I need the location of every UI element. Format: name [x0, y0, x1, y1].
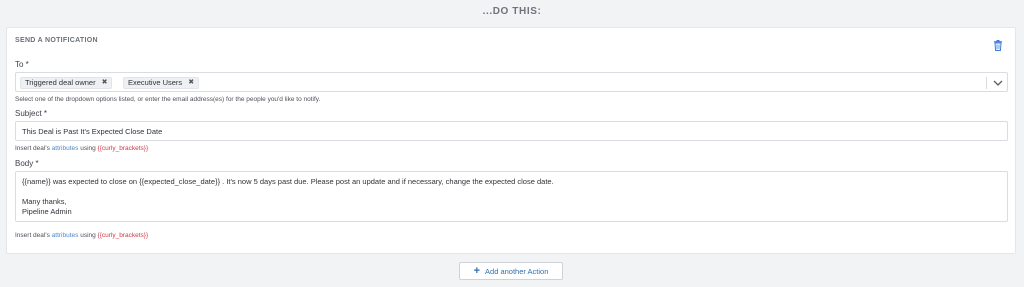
add-another-action-button[interactable]: + Add another Action: [459, 262, 563, 280]
card-title: SEND A NOTIFICATION: [15, 37, 98, 44]
remove-tag-icon[interactable]: ✖: [102, 78, 108, 88]
body-help-text: Insert deal's attributes using {{curly_b…: [15, 232, 148, 239]
tag-label: Executive Users: [128, 78, 183, 87]
subject-help-text: Insert deal's attributes using {{curly_b…: [15, 145, 148, 152]
trash-icon[interactable]: [993, 40, 1003, 51]
dropdown-separator: [986, 77, 987, 89]
recipient-tag: Executive Users ✖: [123, 77, 200, 89]
help-middle: using: [78, 145, 98, 152]
recipient-tag: Triggered deal owner ✖: [20, 77, 113, 89]
body-textarea[interactable]: {{name}} was expected to close on {{expe…: [15, 171, 1008, 222]
attributes-link[interactable]: attributes: [52, 232, 79, 239]
add-action-label: Add another Action: [485, 266, 549, 276]
section-heading: ...DO THIS:: [482, 6, 542, 17]
subject-input[interactable]: This Deal is Past It's Expected Close Da…: [15, 121, 1008, 141]
curly-brackets-link[interactable]: {{curly_brackets}}: [98, 145, 149, 152]
to-label: To *: [15, 60, 29, 69]
help-prefix: Insert deal's: [15, 145, 52, 152]
subject-value: This Deal is Past It's Expected Close Da…: [22, 127, 163, 136]
attributes-link[interactable]: attributes: [52, 145, 79, 152]
chevron-down-icon[interactable]: [992, 78, 1004, 88]
curly-brackets-link[interactable]: {{curly_brackets}}: [98, 232, 149, 239]
help-prefix: Insert deal's: [15, 232, 52, 239]
body-label: Body *: [15, 159, 39, 168]
send-notification-card: SEND A NOTIFICATION To * Triggered deal …: [6, 27, 1016, 254]
subject-label: Subject *: [15, 109, 48, 118]
body-line: Many thanks,: [22, 197, 67, 206]
remove-tag-icon[interactable]: ✖: [188, 78, 194, 88]
help-middle: using: [78, 232, 98, 239]
tag-label: Triggered deal owner: [25, 78, 96, 87]
body-line: {{name}} was expected to close on {{expe…: [22, 177, 554, 186]
to-help-text: Select one of the dropdown options liste…: [15, 96, 321, 103]
recipients-select[interactable]: Triggered deal owner ✖ Executive Users ✖: [15, 72, 1008, 92]
plus-icon: +: [473, 265, 481, 277]
body-line: Pipeline Admin: [22, 207, 72, 216]
